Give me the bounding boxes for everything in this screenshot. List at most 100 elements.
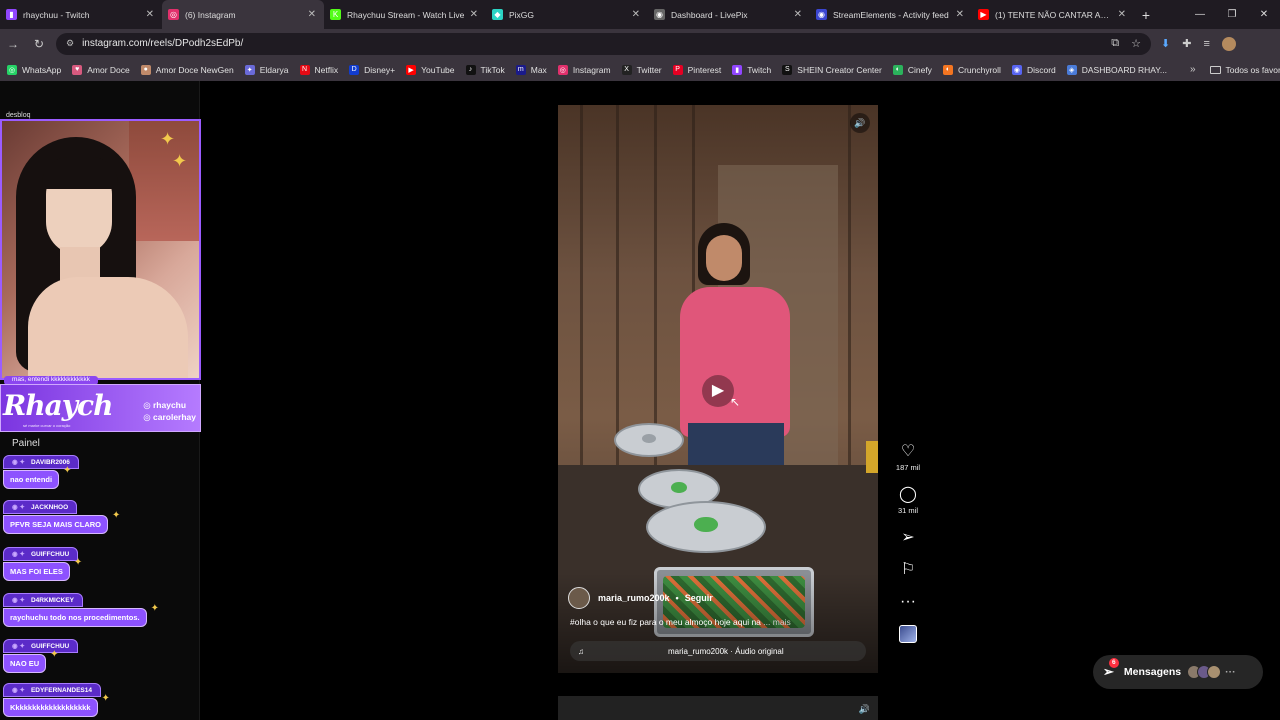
bookmark-item[interactable]: ◈ DASHBOARD RHAY... [1066,64,1167,75]
next-reel-mute-icon[interactable]: 🔊 [859,704,870,715]
restore-icon[interactable]: ❐ [1216,0,1248,29]
bookmark-item[interactable]: ◎ WhatsApp [7,64,61,75]
more-options-button[interactable]: ··· [900,593,916,611]
bookmark-item[interactable]: ▶ YouTube [406,64,455,75]
more-icon[interactable]: ··· [900,593,916,611]
save-button[interactable]: ⚐ [901,561,915,579]
reel-author[interactable]: maria_rumo200k • Seguir [568,587,713,609]
bookmark-item[interactable]: X Twitter [621,64,662,75]
bookmark-label: Pinterest [687,64,722,75]
minimize-icon[interactable]: — [1184,0,1216,29]
close-icon[interactable]: ✕ [794,9,802,20]
new-tab-button[interactable]: + [1134,7,1158,23]
mute-icon[interactable]: 🔊 [850,113,870,133]
browser-tab[interactable]: ▶ (1) TENTE NÃO CANTAR AS 10... ✕ [972,0,1134,29]
bookmark-item[interactable]: ● Amor Doce NewGen [140,64,234,75]
bookmark-item[interactable]: D Disney+ [349,64,396,75]
chat-username: ◉ ✦ D4RKMICKEY [3,593,83,607]
bookmark-label: Eldarya [259,64,289,75]
messages-button[interactable]: ➢ 6 Mensagens ··· [1093,655,1263,689]
navigation-bar: → ↻ ⚙ instagram.com/reels/DPodh2sEdPb/ ⧉… [0,29,1280,58]
bookmark-label: YouTube [421,64,455,75]
bookmark-favicon-icon: P [672,64,683,75]
bookmark-item[interactable]: ✦ Eldarya [244,64,289,75]
audio-page-button[interactable] [899,625,917,643]
bookmark-item[interactable]: ▮ Twitch [732,64,771,75]
bookmark-favicon-icon: ✦ [244,64,255,75]
reload-icon[interactable]: ↻ [26,37,52,51]
tab-title: Dashboard - LivePix [671,9,748,20]
heart-icon[interactable]: ♡ [901,443,915,461]
reel-video[interactable]: 🔊 ▶ ↖ maria_rumo200k • Seguir #olha o qu… [558,105,878,673]
bookmark-icon[interactable]: ⚐ [901,561,915,579]
follow-button[interactable]: Seguir [685,593,713,603]
messages-badge: 6 [1109,658,1119,668]
install-app-icon[interactable]: ⧉ [1111,37,1119,50]
close-window-icon[interactable]: ✕ [1248,0,1280,29]
bookmark-label: Amor Doce [87,64,130,75]
next-reel-preview[interactable]: 🔊 [558,696,878,720]
close-icon[interactable]: ✕ [956,9,964,20]
browser-tab[interactable]: ◉ Dashboard - LivePix ✕ [648,0,810,29]
media-controls-icon[interactable]: ≡ [1203,38,1209,50]
banner-tagline: sé marke curvar o coração [23,423,71,428]
browser-tab[interactable]: ◆ PixGG ✕ [486,0,648,29]
more-bookmarks-icon[interactable]: » [1190,64,1196,75]
caption-more-link[interactable]: ... mais [763,617,790,627]
chat-message: ◉ ✦ DAVIBR2006 nao entendi ✦ [3,451,79,489]
address-bar[interactable]: ⚙ instagram.com/reels/DPodh2sEdPb/ ⧉ ☆ [56,32,1151,55]
comment-button[interactable]: ◯ 31 mil [898,486,918,515]
bookmark-item[interactable]: m Max [515,64,547,75]
tab-favicon-icon: ▶ [978,9,989,20]
close-icon[interactable]: ✕ [1118,9,1126,20]
chat-text: MAS FOI ELES [3,562,70,581]
bookmark-item[interactable]: ◎ Instagram [557,64,611,75]
bookmark-label: Twitter [636,64,662,75]
forward-icon[interactable]: → [0,37,26,51]
author-avatar[interactable] [568,587,590,609]
close-icon[interactable]: ✕ [632,9,640,20]
browser-tab[interactable]: ▮ rhaychuu - Twitch ✕ [0,0,162,29]
close-icon[interactable]: ✕ [470,9,478,20]
name-banner: Rhaych sé marke curvar o coração rhaychu… [0,384,201,432]
bookmark-item[interactable]: ◐ Crunchyroll [942,64,1001,75]
audio-bar[interactable]: ♫ maria_rumo200k · Áudio original [570,641,866,661]
bookmark-item[interactable]: P Pinterest [672,64,722,75]
close-icon[interactable]: ✕ [146,9,154,20]
bookmark-favicon-icon: m [515,64,526,75]
send-icon[interactable]: ➢ [901,529,914,547]
bookmark-item[interactable]: ♥ Amor Doce [72,64,130,75]
browser-tab[interactable]: ◎ (6) Instagram ✕ [162,0,324,29]
reel-caption[interactable]: #olha o que eu fiz para o meu almoço hoj… [570,617,791,627]
music-note-icon: ♫ [578,646,584,656]
comment-icon[interactable]: ◯ [899,486,917,504]
browser-tab[interactable]: K Rhaychuu Stream - Watch Live ✕ [324,0,486,29]
bookmark-item[interactable]: ◐ Cinefy [892,64,932,75]
bookmark-item[interactable]: S SHEIN Creator Center [782,64,882,75]
like-button[interactable]: ♡ 187 mil [896,443,920,472]
close-icon[interactable]: ✕ [308,9,316,20]
bookmark-item[interactable]: ◉ Discord [1011,64,1056,75]
bookmark-item[interactable]: N Netflix [299,64,338,75]
bookmark-favicon-icon: D [349,64,360,75]
tab-favicon-icon: ◎ [168,9,179,20]
site-info-icon[interactable]: ⚙ [66,38,74,49]
bookmark-star-icon[interactable]: ☆ [1131,37,1141,50]
author-name[interactable]: maria_rumo200k [598,593,670,603]
downloads-icon[interactable]: ⬇ [1161,37,1170,50]
bookmark-label: Disney+ [364,64,396,75]
tiktok-handle: carolerhay [143,411,196,423]
url-text: instagram.com/reels/DPodh2sEdPb/ [82,38,244,49]
bookmark-favicon-icon: ◉ [1011,64,1022,75]
bookmark-item[interactable]: ♪ TikTok [465,64,505,75]
extensions-icon[interactable]: ✚ [1182,37,1191,50]
overlay-label: desbloq [6,112,31,119]
browser-tab[interactable]: ◉ StreamElements - Activity feed ✕ [810,0,972,29]
message-avatars [1187,665,1222,679]
all-bookmarks-folder[interactable]: Todos os favoritos [1209,65,1280,75]
chat-text: raychuchu todo nos procedimentos. [3,608,147,627]
profile-avatar[interactable] [1221,36,1236,51]
bookmark-favicon-icon: N [299,64,310,75]
share-button[interactable]: ➢ [901,529,914,547]
audio-thumbnail[interactable] [899,625,917,643]
